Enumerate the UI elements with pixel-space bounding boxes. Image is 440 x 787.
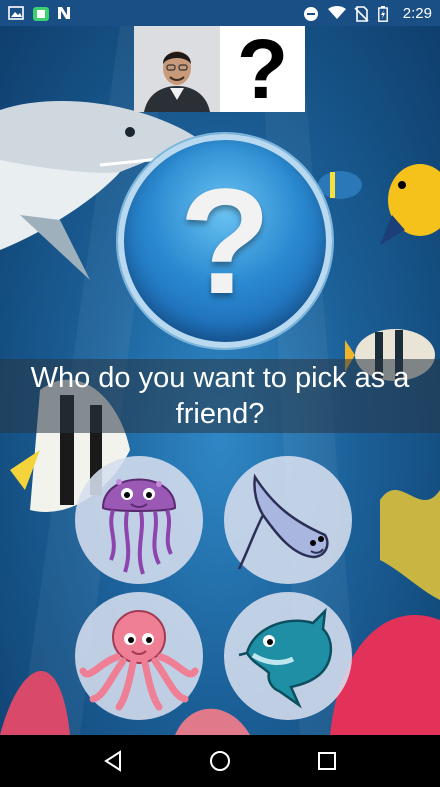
status-time: 2:29 bbox=[402, 4, 432, 22]
dolphin-choice-button[interactable] bbox=[224, 592, 352, 720]
video-strip: ? bbox=[134, 26, 305, 112]
n-app-icon bbox=[56, 6, 72, 20]
unknown-friend-tile: ? bbox=[220, 26, 305, 112]
wifi-icon bbox=[327, 6, 346, 20]
jellyfish-icon bbox=[101, 478, 177, 575]
app-notification-icon bbox=[32, 6, 49, 21]
prompt-text: Who do you want to pick as a friend? bbox=[30, 362, 410, 430]
question-button[interactable]: ? bbox=[118, 134, 332, 348]
recents-button[interactable] bbox=[307, 741, 347, 781]
jellyfish-choice-button[interactable] bbox=[75, 456, 203, 584]
manta-ray-choice-button[interactable] bbox=[224, 456, 352, 584]
manta-ray-icon bbox=[237, 473, 329, 570]
octopus-icon bbox=[79, 610, 199, 711]
home-icon bbox=[209, 751, 230, 771]
question-mark-icon: ? bbox=[179, 157, 271, 325]
status-right-icons: 2:29 bbox=[303, 5, 432, 22]
back-button[interactable] bbox=[93, 741, 133, 781]
recents-icon bbox=[317, 752, 336, 770]
status-left-icons bbox=[8, 6, 72, 21]
caller-avatar-illustration bbox=[134, 26, 220, 112]
image-icon bbox=[8, 6, 24, 20]
dolphin-icon bbox=[238, 607, 332, 709]
home-button[interactable] bbox=[200, 741, 240, 781]
navigation-bar bbox=[0, 735, 440, 787]
back-icon bbox=[104, 750, 122, 772]
no-sim-icon bbox=[353, 6, 369, 22]
app-screen: 2:29 ? ? Who do you want to pick as a fr… bbox=[0, 0, 440, 787]
yellow-fish-right bbox=[380, 164, 440, 245]
caller-video bbox=[134, 26, 220, 112]
question-mark-glyph: ? bbox=[236, 22, 289, 116]
do-not-disturb-icon bbox=[303, 6, 319, 21]
prompt-band: Who do you want to pick as a friend? bbox=[0, 359, 440, 433]
octopus-choice-button[interactable] bbox=[75, 592, 203, 720]
battery-charging-icon bbox=[377, 6, 394, 22]
status-bar: 2:29 bbox=[0, 0, 440, 26]
